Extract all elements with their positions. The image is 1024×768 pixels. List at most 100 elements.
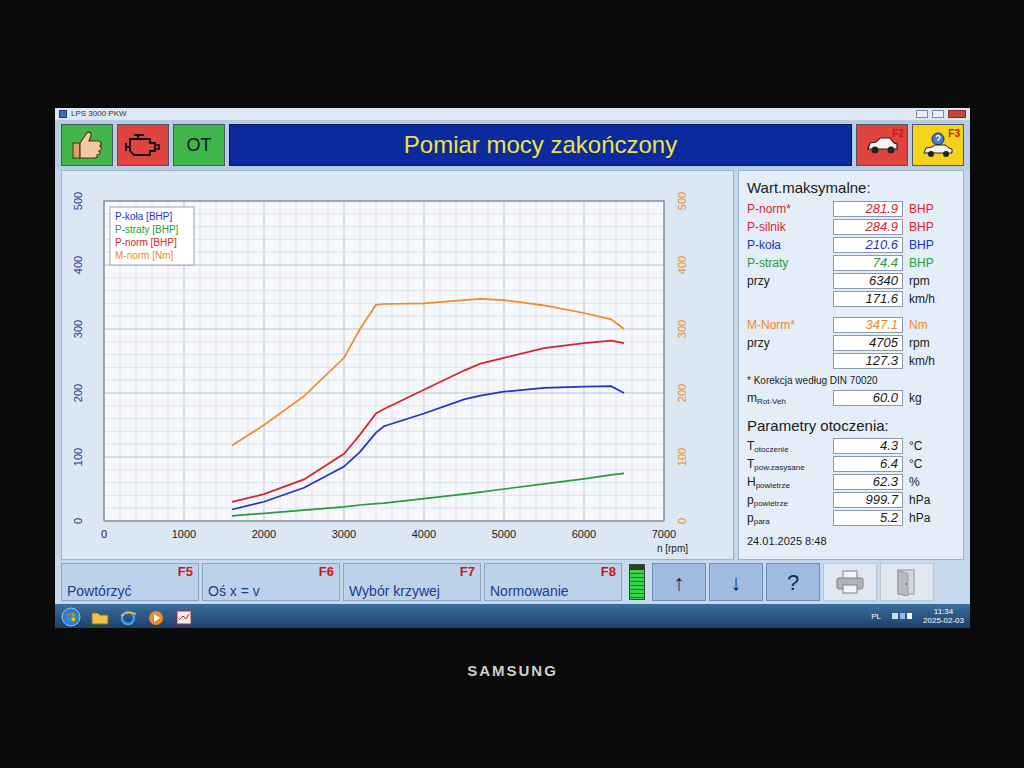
value-unit: km/h bbox=[909, 290, 955, 308]
value-box: 999.7 bbox=[833, 492, 903, 508]
window-titlebar: LPS 3000 PKW bbox=[55, 108, 970, 120]
function-key[interactable]: F7Wybór krzywej bbox=[343, 563, 481, 601]
value-unit: BHP bbox=[909, 218, 955, 236]
value-box: 210.6 bbox=[833, 237, 903, 253]
x-tick: 5000 bbox=[492, 528, 516, 540]
key-label: F8 bbox=[490, 565, 616, 579]
battery-fill bbox=[630, 570, 644, 599]
value-unit: kg bbox=[909, 389, 955, 407]
language-indicator[interactable]: PL bbox=[871, 612, 881, 621]
label-text: T bbox=[747, 457, 754, 471]
function-label: Wybór krzywej bbox=[349, 584, 475, 599]
spacer bbox=[747, 407, 955, 415]
value-unit: °C bbox=[909, 437, 955, 455]
x-tick: 4000 bbox=[412, 528, 436, 540]
value-row: M-Norm*347.1Nm bbox=[747, 316, 955, 334]
value-row: P-straty 74.4 BHP bbox=[747, 254, 955, 272]
exit-button[interactable] bbox=[880, 563, 934, 601]
x-axis-label: n [rpm] bbox=[657, 543, 688, 554]
main-area: 0100200300400500010020030040050001000200… bbox=[55, 170, 970, 560]
function-key[interactable]: F6Oś x = v bbox=[202, 563, 340, 601]
close-button[interactable] bbox=[948, 110, 966, 118]
value-box: 74.4 bbox=[833, 255, 903, 271]
app-icon bbox=[59, 110, 67, 118]
value-unit: % bbox=[909, 473, 955, 491]
value-row: ppowietrze 999.7 hPa bbox=[747, 491, 955, 509]
value-box: 6.4 bbox=[833, 456, 903, 472]
value-unit: hPa bbox=[909, 491, 955, 509]
value-label: P-norm* bbox=[747, 200, 827, 218]
chart-series bbox=[232, 473, 624, 516]
battery-meter bbox=[629, 564, 645, 600]
y-tick: 100 bbox=[72, 448, 84, 466]
ot-button[interactable]: OT bbox=[173, 124, 225, 166]
panel-heading: Wart.maksymalne: bbox=[747, 177, 955, 200]
value-label: M-Norm* bbox=[747, 316, 827, 334]
label-subscript: Rot-Veh bbox=[757, 397, 786, 406]
vehicle-button[interactable]: F2 bbox=[856, 124, 908, 166]
x-tick: 7000 bbox=[652, 528, 676, 540]
label-subscript: para bbox=[754, 517, 770, 526]
series-line bbox=[232, 299, 624, 446]
status-title: Pomiar mocy zakończony bbox=[229, 124, 852, 166]
value-label: P-straty bbox=[747, 254, 827, 272]
chart-legend: P-koła [BHP]P-straty [BHP]P-norm [BHP]M-… bbox=[110, 207, 194, 265]
taskbar-pin[interactable] bbox=[119, 604, 137, 628]
start-button[interactable] bbox=[61, 604, 81, 628]
x-tick: 3000 bbox=[332, 528, 356, 540]
taskbar-pin[interactable] bbox=[91, 604, 109, 628]
taskbar-pin[interactable] bbox=[175, 604, 193, 628]
value-row: ppara5.2hPa bbox=[747, 509, 955, 527]
value-unit: rpm bbox=[909, 272, 955, 290]
y2-tick: 400 bbox=[676, 256, 688, 274]
y2-tick: 100 bbox=[676, 448, 688, 466]
label-text: p bbox=[747, 493, 754, 507]
chart-series bbox=[232, 341, 624, 502]
value-label: przy bbox=[747, 272, 827, 290]
clock-time: 11:34 bbox=[923, 607, 964, 616]
up-button[interactable]: ↑ bbox=[652, 563, 706, 601]
value-box: 281.9 bbox=[833, 201, 903, 217]
value-label: ppowietrze bbox=[747, 491, 827, 509]
legend-item: M-norm [Nm] bbox=[115, 250, 174, 261]
value-box: 171.6 bbox=[833, 291, 903, 307]
door-icon bbox=[895, 568, 919, 596]
accept-button[interactable] bbox=[61, 124, 113, 166]
function-key[interactable]: F5Powtórzyć bbox=[61, 563, 199, 601]
label-text: P-straty bbox=[747, 256, 788, 270]
chart-series bbox=[232, 299, 624, 446]
function-label: Normowanie bbox=[490, 584, 616, 599]
y2-tick: 0 bbox=[676, 518, 688, 524]
power-chart: 0100200300400500010020030040050001000200… bbox=[62, 171, 733, 559]
value-box: 60.0 bbox=[833, 390, 903, 406]
value-row: P-koła210.6BHP bbox=[747, 236, 955, 254]
down-button[interactable]: ↓ bbox=[709, 563, 763, 601]
monitor-brand: SAMSUNG bbox=[55, 660, 970, 683]
value-label: mRot-Veh bbox=[747, 389, 827, 407]
legend-item: P-norm [BHP] bbox=[115, 237, 177, 248]
maximize-button[interactable] bbox=[932, 110, 944, 118]
value-row: 127.3km/h bbox=[747, 352, 955, 370]
print-button[interactable] bbox=[823, 563, 877, 601]
x-tick: 2000 bbox=[252, 528, 276, 540]
help-vehicle-button[interactable]: F3 bbox=[912, 124, 964, 166]
folder-icon bbox=[91, 608, 109, 626]
clock[interactable]: 11:342025-02-03 bbox=[923, 607, 964, 625]
help-button[interactable]: ? bbox=[766, 563, 820, 601]
label-text: przy bbox=[747, 274, 770, 288]
status-title-text: Pomiar mocy zakończony bbox=[404, 127, 677, 163]
value-unit: rpm bbox=[909, 334, 955, 352]
engine-button[interactable] bbox=[117, 124, 169, 166]
printer-icon bbox=[835, 569, 865, 595]
value-row: przy6340rpm bbox=[747, 272, 955, 290]
screen: LPS 3000 PKW OT Pomiar mocy zakończony F2F3… bbox=[55, 108, 970, 628]
taskbar-pin[interactable] bbox=[147, 604, 165, 628]
minimize-button[interactable] bbox=[916, 110, 928, 118]
timestamp: 24.01.2025 8:48 bbox=[747, 533, 955, 550]
engine-icon bbox=[124, 131, 162, 159]
clock-date: 2025-02-03 bbox=[923, 616, 964, 625]
function-key[interactable]: F8 Normowanie bbox=[484, 563, 622, 601]
y-tick: 200 bbox=[72, 384, 84, 402]
value-unit: BHP bbox=[909, 254, 955, 272]
value-row: Hpowietrze62.3% bbox=[747, 473, 955, 491]
